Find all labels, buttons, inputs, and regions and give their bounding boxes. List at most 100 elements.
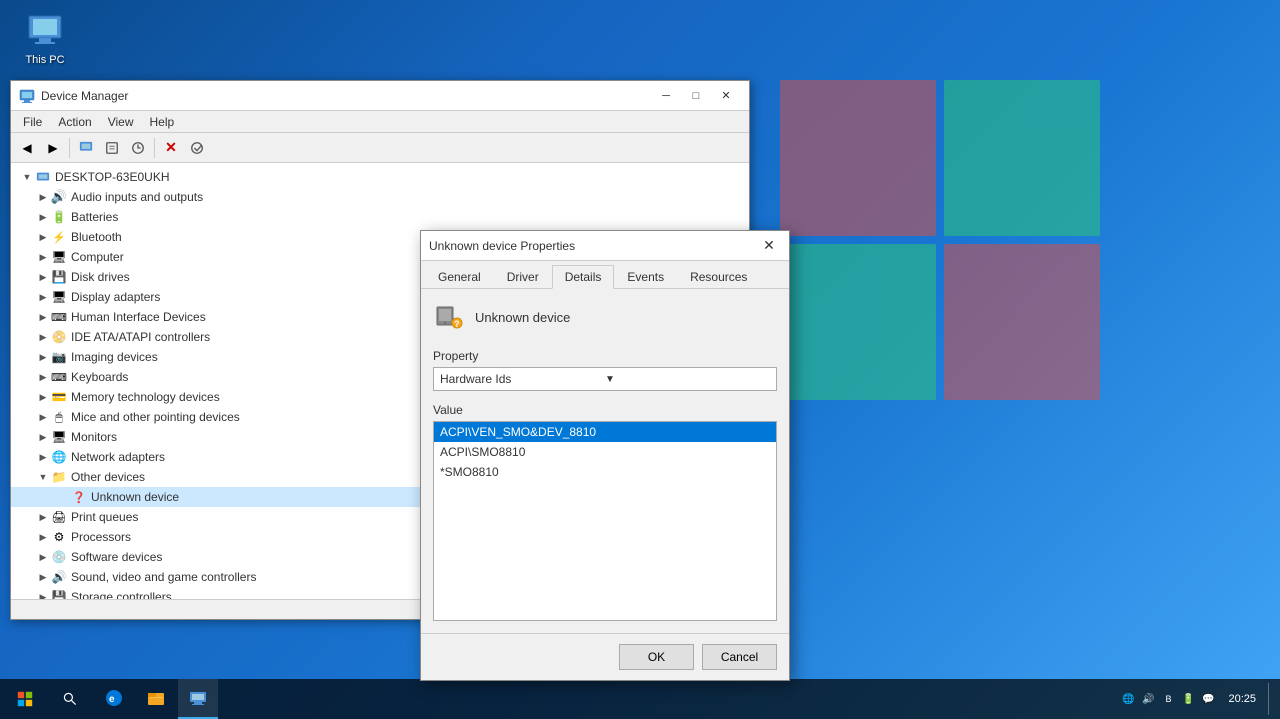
volume-tray-icon[interactable]: 🔊 (1140, 691, 1156, 707)
mice-expander: ▶ (35, 409, 51, 425)
monitors-label: Monitors (71, 430, 117, 444)
tab-events[interactable]: Events (614, 265, 677, 289)
device-manager-icon (19, 88, 35, 104)
device-manager-title: Device Manager (41, 89, 645, 103)
keyboards-label: Keyboards (71, 370, 128, 384)
search-button[interactable] (50, 679, 90, 719)
other-label: Other devices (71, 470, 145, 484)
taskbar-edge[interactable]: e (94, 679, 134, 719)
properties-buttons: OK Cancel (421, 633, 789, 680)
computer-icon: 🖥 (51, 249, 67, 265)
show-desktop-button[interactable] (1268, 683, 1272, 715)
property-label: Property (433, 349, 777, 363)
root-label: DESKTOP-63E0UKH (55, 170, 170, 184)
sound-expander: ▶ (35, 569, 51, 585)
storage-label: Storage controllers (71, 590, 172, 599)
menu-file[interactable]: File (15, 113, 50, 131)
root-icon (35, 169, 51, 185)
taskbar-explorer[interactable] (136, 679, 176, 719)
cancel-button[interactable]: Cancel (702, 644, 777, 670)
imaging-expander: ▶ (35, 349, 51, 365)
display-expander: ▶ (35, 289, 51, 305)
maximize-button[interactable]: □ (681, 86, 711, 106)
battery-tray-icon[interactable]: 🔋 (1180, 691, 1196, 707)
root-expander: ▼ (19, 169, 35, 185)
processors-label: Processors (71, 530, 131, 544)
svg-text:e: e (109, 694, 115, 705)
toolbar-uninstall[interactable]: ✕ (159, 136, 183, 160)
ok-button[interactable]: OK (619, 644, 694, 670)
value-list[interactable]: ACPI\VEN_SMO&DEV_8810 ACPI\SMO8810 *SMO8… (433, 421, 777, 621)
batteries-icon: 🔋 (51, 209, 67, 225)
desktop: This PC Device Manager ─ □ ✕ File (0, 0, 1280, 719)
toolbar-properties[interactable] (100, 136, 124, 160)
value-item-1[interactable]: ACPI\SMO8810 (434, 442, 776, 462)
print-icon: 🖨 (51, 509, 67, 525)
taskbar-tray: 🌐 🔊 B 🔋 💬 20:25 (1120, 683, 1280, 715)
software-label: Software devices (71, 550, 162, 564)
minimize-button[interactable]: ─ (651, 86, 681, 106)
memory-label: Memory technology devices (71, 390, 220, 404)
tab-general[interactable]: General (425, 265, 494, 289)
memory-expander: ▶ (35, 389, 51, 405)
tab-details[interactable]: Details (552, 265, 615, 289)
tree-item-audio[interactable]: ▶ 🔊 Audio inputs and outputs (11, 187, 749, 207)
ide-expander: ▶ (35, 329, 51, 345)
other-expander: ▼ (35, 469, 51, 485)
hid-expander: ▶ (35, 309, 51, 325)
unknown-device-icon: ❓ (71, 489, 87, 505)
value-label: Value (433, 403, 777, 417)
bluetooth-tray-icon[interactable]: B (1160, 691, 1176, 707)
menu-help[interactable]: Help (142, 113, 183, 131)
properties-tabs: General Driver Details Events Resources (421, 261, 789, 289)
taskbar-devmgr[interactable] (178, 679, 218, 719)
taskbar: e 🌐 🔊 B (0, 679, 1280, 719)
print-label: Print queues (71, 510, 138, 524)
bluetooth-expander: ▶ (35, 229, 51, 245)
toolbar-update[interactable] (126, 136, 150, 160)
toolbar-forward[interactable]: ▶ (41, 136, 65, 160)
menu-action[interactable]: Action (50, 113, 99, 131)
memory-icon: 💳 (51, 389, 67, 405)
storage-expander: ▶ (35, 589, 51, 599)
this-pc-label: This PC (25, 54, 64, 66)
tab-resources[interactable]: Resources (677, 265, 760, 289)
properties-title: Unknown device Properties (429, 239, 757, 253)
start-button[interactable] (0, 679, 50, 719)
disk-label: Disk drives (71, 270, 130, 284)
computer-expander: ▶ (35, 249, 51, 265)
property-dropdown[interactable]: Hardware Ids ▼ (433, 367, 777, 391)
unknown-device-label: Unknown device (91, 490, 179, 504)
taskbar-clock[interactable]: 20:25 (1220, 693, 1264, 705)
taskbar-apps: e (94, 679, 218, 719)
imaging-label: Imaging devices (71, 350, 158, 364)
network-tray-icon[interactable]: 🌐 (1120, 691, 1136, 707)
tab-driver[interactable]: Driver (494, 265, 552, 289)
tree-item-batteries[interactable]: ▶ 🔋 Batteries (11, 207, 749, 227)
menu-view[interactable]: View (100, 113, 142, 131)
properties-close-button[interactable]: ✕ (757, 236, 781, 256)
toolbar-scan[interactable] (185, 136, 209, 160)
this-pc-icon[interactable]: This PC (10, 10, 80, 66)
toolbar-back[interactable]: ◀ (15, 136, 39, 160)
action-center-icon[interactable]: 💬 (1200, 691, 1216, 707)
display-icon: 🖥 (51, 289, 67, 305)
value-item-0[interactable]: ACPI\VEN_SMO&DEV_8810 (434, 422, 776, 442)
toolbar-devmgr[interactable] (74, 136, 98, 160)
clock-time: 20:25 (1228, 693, 1256, 705)
bluetooth-label: Bluetooth (71, 230, 122, 244)
mice-icon: 🖱 (51, 409, 67, 425)
value-item-2[interactable]: *SMO8810 (434, 462, 776, 482)
device-manager-toolbar: ◀ ▶ ✕ (11, 133, 749, 163)
properties-content: ? Unknown device Property Hardware Ids ▼… (421, 289, 789, 633)
win-tile-1 (780, 80, 936, 236)
batteries-expander: ▶ (35, 209, 51, 225)
other-icon: 📁 (51, 469, 67, 485)
tree-root[interactable]: ▼ DESKTOP-63E0UKH (11, 167, 749, 187)
win-tile-4 (944, 244, 1100, 400)
close-button[interactable]: ✕ (711, 86, 741, 106)
keyboards-expander: ▶ (35, 369, 51, 385)
monitors-expander: ▶ (35, 429, 51, 445)
toolbar-sep-1 (69, 138, 70, 158)
device-manager-menubar: File Action View Help (11, 111, 749, 133)
